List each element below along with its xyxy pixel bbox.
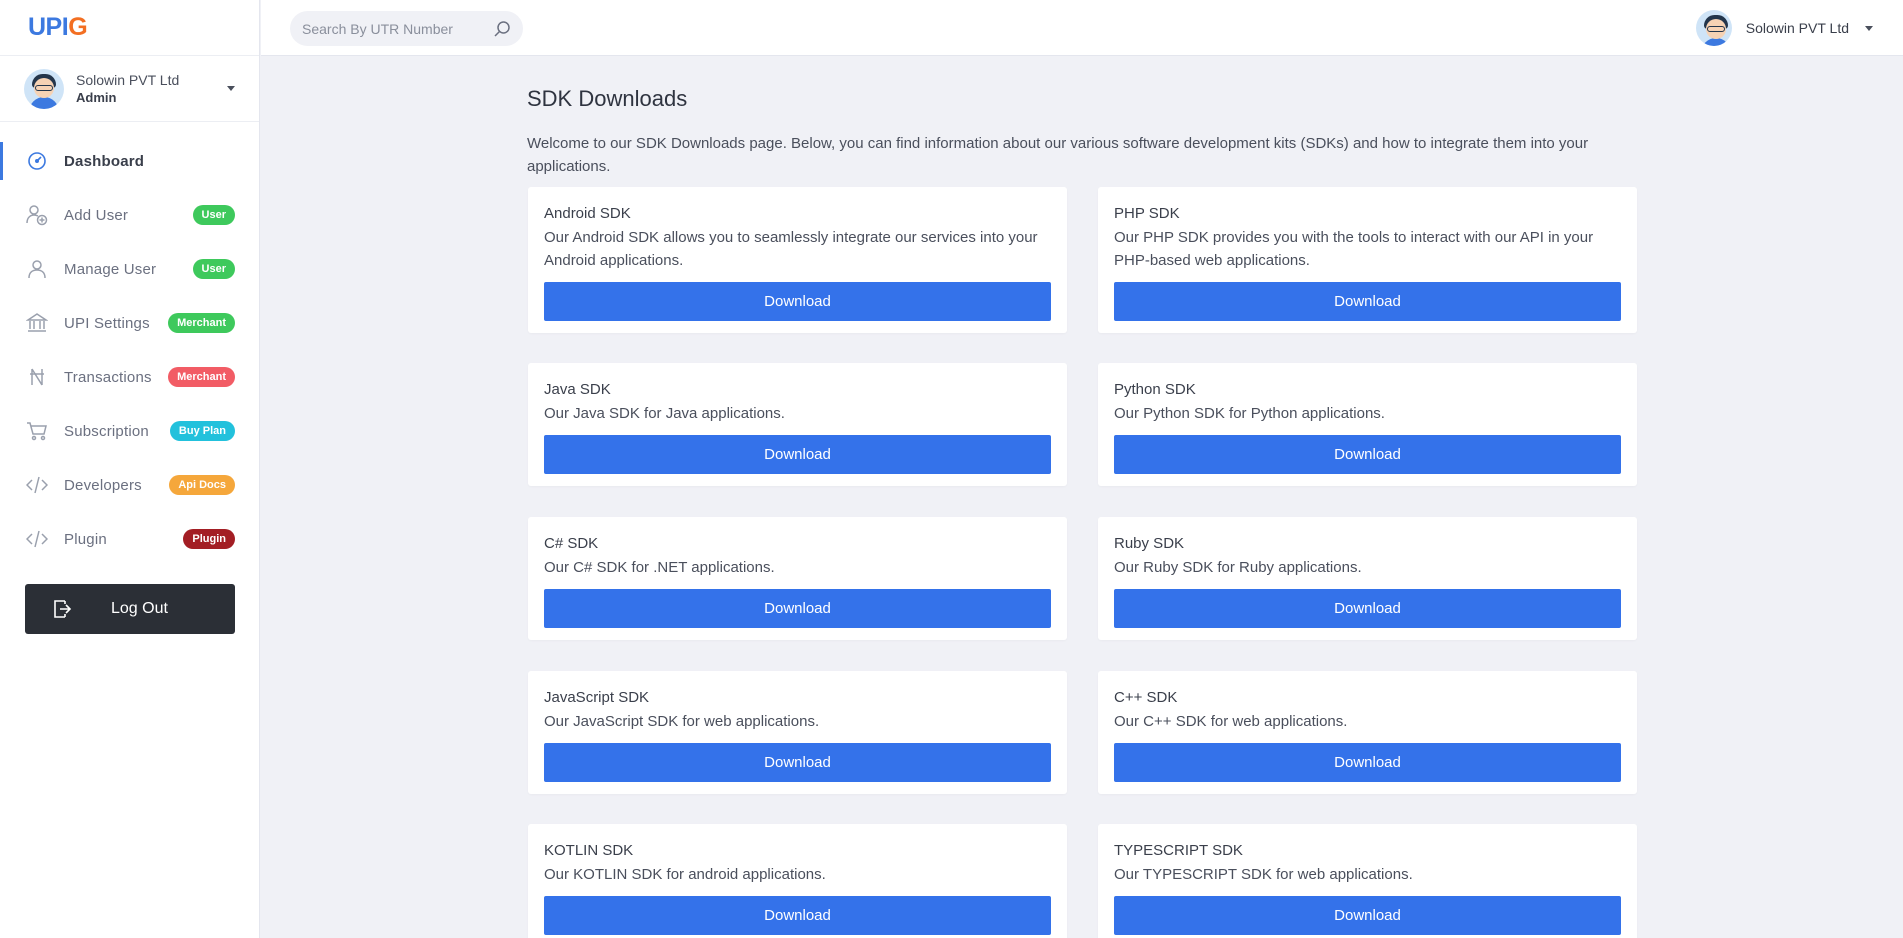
sidebar-item-label: Dashboard: [64, 152, 145, 170]
status-badge: Api Docs: [169, 475, 235, 495]
page-title: SDK Downloads: [527, 86, 688, 111]
sdk-title: JavaScript SDK: [544, 689, 650, 706]
download-button[interactable]: Download: [544, 589, 1051, 628]
sdk-card: PHP SDK Our PHP SDK provides you with th…: [1098, 187, 1637, 333]
download-button[interactable]: Download: [1114, 896, 1621, 935]
logout-label: Log Out: [111, 600, 168, 617]
sidebar-profile[interactable]: Solowin PVT Ltd Admin: [0, 56, 259, 122]
sdk-card: Ruby SDK Our Ruby SDK for Ruby applicati…: [1098, 517, 1637, 640]
code-icon: [26, 474, 48, 496]
user-icon: [26, 258, 48, 280]
download-button[interactable]: Download: [1114, 435, 1621, 474]
sdk-description: Our C++ SDK for web applications.: [1114, 713, 1348, 730]
dashboard-icon: [26, 150, 48, 172]
download-button[interactable]: Download: [544, 896, 1051, 935]
sdk-title: Android SDK: [544, 205, 631, 222]
status-badge: Buy Plan: [169, 421, 235, 441]
download-button[interactable]: Download: [544, 282, 1051, 321]
sdk-title: PHP SDK: [1114, 205, 1180, 222]
sdk-title: Java SDK: [544, 381, 611, 398]
sdk-card: Java SDK Our Java SDK for Java applicati…: [528, 363, 1067, 486]
sidebar-item-label: Transactions: [64, 368, 152, 386]
status-badge: Plugin: [183, 529, 235, 549]
intro-text: Welcome to our SDK Downloads page. Below…: [527, 135, 1589, 175]
logout-icon: [51, 598, 73, 620]
sdk-card: C# SDK Our C# SDK for .NET applications.…: [528, 517, 1067, 640]
sidebar-item-plugin[interactable]: Plugin Plugin: [0, 512, 259, 566]
sidebar-item-label: UPI Settings: [64, 314, 150, 332]
sidebar-item-manage-user[interactable]: Manage User User: [0, 242, 259, 296]
sdk-card: KOTLIN SDK Our KOTLIN SDK for android ap…: [528, 824, 1067, 938]
search-box: [290, 11, 523, 46]
logo-part2: G: [68, 13, 88, 41]
sdk-description: Our KOTLIN SDK for android applications.: [544, 866, 826, 883]
search-icon[interactable]: [493, 20, 511, 38]
sdk-card: TYPESCRIPT SDK Our TYPESCRIPT SDK for we…: [1098, 824, 1637, 938]
logout-button[interactable]: Log Out: [25, 584, 235, 634]
search-input[interactable]: [302, 20, 482, 37]
sidebar-item-developers[interactable]: Developers Api Docs: [0, 458, 259, 512]
sdk-description: Our Ruby SDK for Ruby applications.: [1114, 559, 1362, 576]
sdk-description: Our PHP SDK provides you with the tools …: [1114, 229, 1594, 269]
sdk-description: Our TYPESCRIPT SDK for web applications.: [1114, 866, 1413, 883]
code-icon: [26, 528, 48, 550]
status-badge: Merchant: [168, 367, 235, 387]
logo-part1: UPI: [28, 13, 69, 41]
download-button[interactable]: Download: [1114, 589, 1621, 628]
status-badge: User: [192, 205, 235, 225]
sdk-card: JavaScript SDK Our JavaScript SDK for we…: [528, 671, 1067, 794]
status-badge: User: [192, 259, 235, 279]
sdk-card: Python SDK Our Python SDK for Python app…: [1098, 363, 1637, 486]
download-button[interactable]: Download: [1114, 743, 1621, 782]
sdk-card: Android SDK Our Android SDK allows you t…: [528, 187, 1067, 333]
sidebar-item-label: Manage User: [64, 260, 157, 278]
cart-icon: [26, 420, 48, 442]
sidebar-item-label: Add User: [64, 206, 129, 224]
sidebar-item-upi-settings[interactable]: UPI Settings Merchant: [0, 296, 259, 350]
download-button[interactable]: Download: [544, 435, 1051, 474]
download-button[interactable]: Download: [1114, 282, 1621, 321]
chevron-down-icon[interactable]: [227, 86, 235, 91]
bank-icon: [26, 312, 48, 334]
sidebar-item-label: Plugin: [64, 530, 107, 548]
profile-role: Admin: [76, 90, 117, 105]
logo[interactable]: UPIG: [28, 13, 88, 42]
user-name: Solowin PVT Ltd: [1745, 20, 1849, 36]
main-content: SDK Downloads Welcome to our SDK Downloa…: [527, 86, 1637, 938]
sdk-title: C++ SDK: [1114, 689, 1178, 706]
status-badge: Merchant: [168, 313, 235, 333]
sdk-title: Python SDK: [1114, 381, 1196, 398]
sdk-description: Our Java SDK for Java applications.: [544, 405, 785, 422]
sdk-description: Our JavaScript SDK for web applications.: [544, 713, 820, 730]
sidebar-item-transactions[interactable]: Transactions Merchant: [0, 350, 259, 404]
sdk-title: C# SDK: [544, 535, 599, 552]
sidebar-item-label: Developers: [64, 476, 142, 494]
sdk-description: Our Android SDK allows you to seamlessly…: [544, 229, 1038, 269]
sdk-description: Our Python SDK for Python applications.: [1114, 405, 1385, 422]
sdk-title: Ruby SDK: [1114, 535, 1185, 552]
add-user-icon: [26, 204, 48, 226]
brand: UPIG: [0, 0, 259, 56]
profile-name: Solowin PVT Ltd: [76, 72, 180, 88]
rupee-icon: [26, 366, 48, 388]
topbar: Solowin PVT Ltd: [261, 0, 1903, 56]
chevron-down-icon: [1865, 25, 1873, 31]
sidebar-item-add-user[interactable]: Add User User: [0, 188, 259, 242]
sdk-title: KOTLIN SDK: [544, 842, 634, 859]
sidebar-item-dashboard[interactable]: Dashboard: [0, 134, 259, 188]
sdk-description: Our C# SDK for .NET applications.: [544, 559, 775, 576]
avatar: [1695, 10, 1732, 46]
sidebar-nav: Dashboard Add User User Manage User User…: [0, 122, 259, 566]
download-button[interactable]: Download: [544, 743, 1051, 782]
sdk-card: C++ SDK Our C++ SDK for web applications…: [1098, 671, 1637, 794]
user-menu[interactable]: Solowin PVT Ltd: [1695, 10, 1873, 46]
sdk-title: TYPESCRIPT SDK: [1114, 842, 1243, 859]
sidebar-item-subscription[interactable]: Subscription Buy Plan: [0, 404, 259, 458]
avatar: [24, 68, 64, 109]
sidebar: UPIG Solowin PVT Ltd Admin Dashboard Add…: [0, 0, 260, 938]
sidebar-item-label: Subscription: [64, 422, 149, 440]
